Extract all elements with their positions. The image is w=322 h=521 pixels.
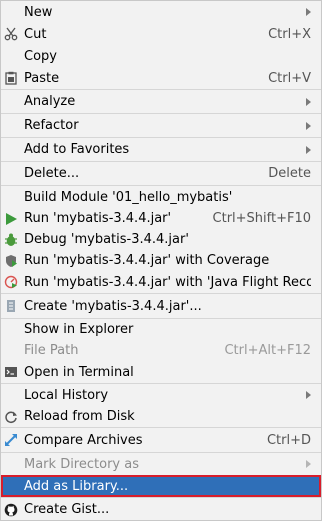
menu-item-label: Add as Library...	[24, 478, 129, 494]
submenu-arrow-icon	[306, 97, 311, 106]
menu-item-label: Delete...	[24, 166, 80, 181]
menu-item-shortcut: Ctrl+D	[266, 432, 311, 448]
menu-item-new[interactable]: New	[1, 1, 321, 23]
menu-item-add-to-favorites[interactable]: Add to Favorites	[1, 138, 321, 161]
context-menu: New Cut Ctrl+X Copy Paste Ctrl+V Analyze…	[0, 0, 322, 521]
menu-item-label: Reload from Disk	[24, 409, 135, 424]
menu-item-label: Cut	[24, 26, 47, 42]
menu-item-label: Open in Terminal	[24, 364, 134, 380]
menu-item-build-module[interactable]: Build Module '01_hello_mybatis'	[1, 186, 321, 208]
menu-item-create-gist[interactable]: Create Gist...	[1, 498, 321, 521]
menu-item-local-history[interactable]: Local History	[1, 384, 321, 406]
menu-item-shortcut: Ctrl+Shift+F10	[212, 211, 311, 226]
menu-item-label: Build Module '01_hello_mybatis'	[24, 189, 233, 205]
scissors-icon	[4, 27, 18, 41]
menu-item-analyze[interactable]: Analyze	[1, 90, 321, 113]
menu-item-label: Create Gist...	[24, 502, 110, 517]
submenu-arrow-icon	[306, 145, 311, 154]
menu-item-label: Add to Favorites	[24, 142, 130, 157]
menu-item-reload-from-disk[interactable]: Reload from Disk	[1, 406, 321, 427]
terminal-icon	[4, 365, 18, 379]
menu-item-refactor[interactable]: Refactor	[1, 114, 321, 137]
menu-item-label: Compare Archives	[24, 432, 143, 448]
menu-item-compare-archives[interactable]: Compare Archives Ctrl+D	[1, 428, 321, 452]
menu-item-run-with-jfr[interactable]: Run 'mybatis-3.4.4.jar' with 'Java Fligh…	[1, 271, 321, 293]
menu-item-delete[interactable]: Delete... Delete	[1, 162, 321, 185]
menu-item-shortcut: Ctrl+V	[268, 70, 311, 86]
menu-item-add-as-library[interactable]: Add as Library...	[1, 475, 321, 497]
menu-item-label: Paste	[24, 70, 60, 86]
menu-item-label: Show in Explorer	[24, 322, 134, 337]
submenu-arrow-icon	[306, 8, 311, 16]
submenu-arrow-icon	[306, 391, 311, 399]
menu-item-paste[interactable]: Paste Ctrl+V	[1, 67, 321, 89]
menu-item-copy[interactable]: Copy	[1, 45, 321, 67]
flight-recorder-icon	[4, 275, 18, 289]
reload-icon	[4, 410, 18, 424]
menu-item-create-config[interactable]: Create 'mybatis-3.4.4.jar'...	[1, 294, 321, 318]
menu-item-mark-directory-as: Mark Directory as	[1, 453, 321, 475]
menu-item-label: Debug 'mybatis-3.4.4.jar'	[24, 232, 189, 247]
submenu-arrow-icon	[306, 460, 311, 468]
menu-item-label: Local History	[24, 387, 109, 403]
compare-icon	[4, 433, 18, 447]
clipboard-icon	[4, 71, 18, 85]
bug-icon	[4, 233, 18, 247]
menu-item-run[interactable]: Run 'mybatis-3.4.4.jar' Ctrl+Shift+F10	[1, 208, 321, 229]
menu-item-label: New	[24, 4, 53, 20]
menu-item-label: Run 'mybatis-3.4.4.jar' with Coverage	[24, 253, 270, 268]
menu-item-label: Analyze	[24, 94, 76, 109]
menu-item-open-in-terminal[interactable]: Open in Terminal	[1, 361, 321, 383]
coverage-icon	[4, 254, 18, 268]
menu-item-shortcut: Ctrl+Alt+F12	[224, 343, 311, 358]
menu-item-cut[interactable]: Cut Ctrl+X	[1, 23, 321, 45]
menu-item-label: Refactor	[24, 118, 79, 133]
menu-item-label: Copy	[24, 48, 57, 64]
submenu-arrow-icon	[306, 121, 311, 130]
menu-item-shortcut: Delete	[268, 166, 311, 181]
menu-item-file-path: File Path Ctrl+Alt+F12	[1, 340, 321, 361]
run-config-icon	[4, 299, 18, 313]
menu-item-label: File Path	[24, 343, 79, 358]
menu-item-debug[interactable]: Debug 'mybatis-3.4.4.jar'	[1, 229, 321, 250]
menu-item-shortcut: Ctrl+X	[268, 26, 311, 42]
menu-item-show-in-explorer[interactable]: Show in Explorer	[1, 319, 321, 340]
menu-item-label: Run 'mybatis-3.4.4.jar' with 'Java Fligh…	[24, 274, 311, 290]
github-icon	[4, 503, 18, 517]
menu-item-label: Create 'mybatis-3.4.4.jar'...	[24, 298, 202, 314]
run-icon	[4, 212, 18, 226]
menu-item-run-with-coverage[interactable]: Run 'mybatis-3.4.4.jar' with Coverage	[1, 250, 321, 271]
menu-item-label: Mark Directory as	[24, 456, 139, 472]
menu-item-label: Run 'mybatis-3.4.4.jar'	[24, 211, 172, 226]
